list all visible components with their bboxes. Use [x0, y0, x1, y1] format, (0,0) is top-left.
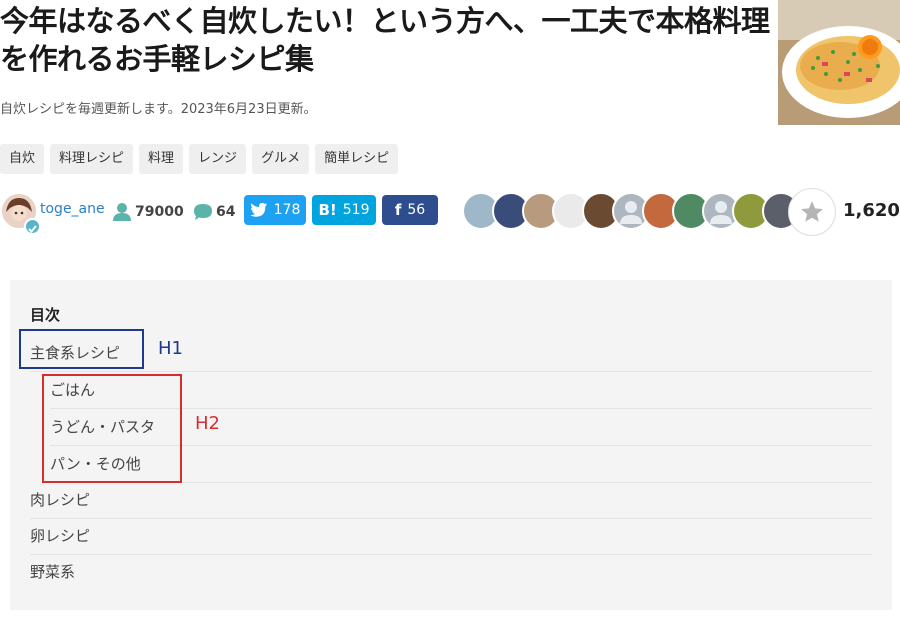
h2-annotation-box: [42, 374, 182, 483]
comment-icon: [194, 204, 212, 220]
article-title: 今年はなるべく自炊したい！という方へ、一工夫で本格料理を作れるお手軽レシピ集: [0, 4, 770, 76]
like-star-button[interactable]: [788, 188, 836, 236]
h1-annotation-label: H1: [158, 338, 183, 359]
toc-item-h1[interactable]: 肉レシピ: [30, 482, 872, 519]
hatena-bookmark-button[interactable]: B! 519: [312, 195, 376, 225]
tag[interactable]: 料理レシピ: [50, 144, 134, 174]
liker-avatars: [462, 192, 802, 232]
follower-count[interactable]: 79000: [112, 202, 184, 222]
facebook-share-count: 56: [407, 202, 426, 218]
tag[interactable]: 料理: [139, 144, 184, 174]
article-thumbnail[interactable]: [778, 0, 900, 125]
tag[interactable]: 自炊: [0, 144, 45, 174]
comment-count-value: 64: [216, 204, 236, 220]
toc-item-h1[interactable]: 卵レシピ: [30, 518, 872, 555]
h1-annotation-box: [19, 329, 144, 369]
table-of-contents: 目次 主食系レシピ ごはん うどん・パスタ パン・その他 肉レシピ 卵レシピ 野…: [10, 280, 892, 610]
tag[interactable]: グルメ: [252, 144, 310, 174]
article-meta: toge_ane 79000 64 178 B! 519 f 56 1,620: [0, 188, 900, 236]
user-icon: [113, 203, 131, 221]
comment-count[interactable]: 64: [193, 202, 235, 222]
tag-list: 自炊 料理レシピ 料理 レンジ グルメ 簡単レシピ: [0, 144, 399, 174]
toc-title: 目次: [30, 306, 61, 324]
twitter-share-count: 178: [273, 202, 301, 218]
author-name[interactable]: toge_ane: [40, 201, 105, 217]
follower-count-value: 79000: [135, 204, 184, 220]
toc-item-h1[interactable]: 野菜系: [30, 554, 872, 591]
facebook-icon: f: [394, 201, 402, 219]
tag[interactable]: レンジ: [189, 144, 247, 174]
like-count: 1,620: [843, 200, 900, 221]
verified-icon: [24, 218, 41, 235]
hatena-bookmark-count: 519: [342, 202, 370, 218]
twitter-icon: [249, 202, 267, 217]
hatena-bookmark-icon: B!: [318, 201, 337, 219]
toc-item-h1[interactable]: 主食系レシピ: [30, 335, 872, 372]
update-note: 自炊レシピを毎週更新します。2023年6月23日更新。: [0, 102, 317, 117]
h2-annotation-label: H2: [195, 413, 220, 434]
avatar[interactable]: [2, 194, 41, 235]
star-icon: [801, 201, 823, 222]
facebook-share-button[interactable]: f 56: [382, 195, 438, 225]
twitter-share-button[interactable]: 178: [244, 195, 306, 225]
tag[interactable]: 簡単レシピ: [315, 144, 399, 174]
